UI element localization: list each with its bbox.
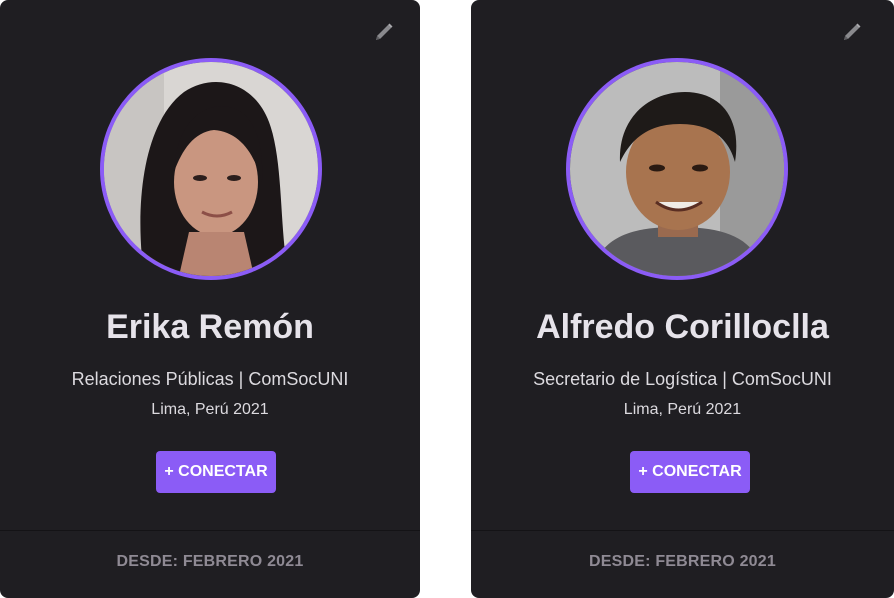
avatar-photo: [104, 62, 318, 276]
connect-button[interactable]: + CONECTAR: [156, 451, 276, 493]
profile-cards-page: Erika Remón Relaciones Públicas | ComSoc…: [0, 0, 894, 598]
profile-location: Lima, Perú 2021: [623, 401, 742, 418]
avatar: [566, 58, 788, 280]
profile-role: Relaciones Públicas | ComSocUNI: [71, 369, 349, 389]
avatar: [100, 58, 322, 280]
card-divider: [0, 530, 420, 531]
profile-name: Alfredo Corilloclla: [536, 308, 829, 346]
connect-button[interactable]: + CONECTAR: [630, 451, 750, 493]
card-divider: [471, 530, 894, 531]
member-since: DESDE: FEBRERO 2021: [589, 553, 776, 570]
avatar-photo: [570, 62, 784, 276]
profile-location: Lima, Perú 2021: [151, 401, 269, 418]
profile-card: Alfredo Corilloclla Secretario de Logíst…: [471, 0, 894, 598]
profile-name: Erika Remón: [106, 308, 314, 346]
profile-card: Erika Remón Relaciones Públicas | ComSoc…: [0, 0, 420, 598]
pencil-icon[interactable]: [372, 20, 396, 44]
pencil-icon[interactable]: [840, 20, 864, 44]
profile-role: Secretario de Logística | ComSocUNI: [533, 369, 832, 389]
member-since: DESDE: FEBRERO 2021: [116, 553, 304, 570]
